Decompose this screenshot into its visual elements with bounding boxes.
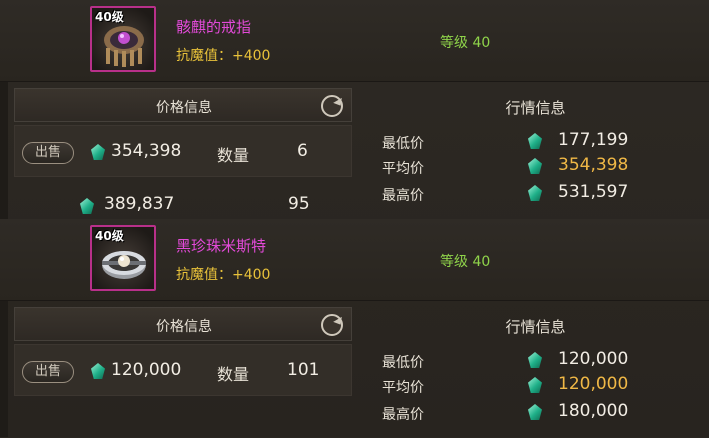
attr-value: +400 bbox=[232, 267, 271, 283]
item-attribute: 抗魔值：+400 bbox=[176, 45, 270, 65]
item-icon-slot[interactable]: 40级 bbox=[90, 6, 156, 72]
quantity-value: 95 bbox=[288, 194, 310, 214]
item-entry: 40级 骸麒的戒指 抗魔值：+400 等级 40 价格信息 出售 354,398… bbox=[0, 0, 709, 219]
market-label: 最高价 bbox=[382, 188, 424, 204]
price-panel: 价格信息 出售 120,000 数量 101 bbox=[14, 307, 352, 397]
item-level-badge: 40级 bbox=[95, 229, 124, 243]
pearl-ring-icon bbox=[102, 251, 146, 279]
listing-price: 354,398 bbox=[111, 141, 182, 161]
market-value: 354,398 bbox=[558, 155, 629, 175]
item-level-badge: 40级 bbox=[95, 10, 124, 24]
market-panel: 行情信息 最低价 120,000 平均价 120,000 最高价 180,000 bbox=[362, 307, 709, 429]
item-name: 骸麒的戒指 bbox=[176, 18, 252, 36]
market-title: 行情信息 bbox=[505, 99, 566, 117]
item-level: 等级 40 bbox=[440, 254, 491, 270]
market-row-avg: 平均价 354,398 bbox=[362, 155, 709, 179]
gem-currency-icon bbox=[528, 377, 542, 393]
attr-value: +400 bbox=[232, 48, 271, 64]
refresh-icon[interactable] bbox=[321, 95, 343, 117]
gem-currency-icon bbox=[80, 198, 94, 214]
item-icon-slot[interactable]: 40级 bbox=[90, 225, 156, 291]
market-row-max: 最高价 531,597 bbox=[362, 182, 709, 206]
listing-row: 出售 354,398 数量 6 bbox=[14, 125, 352, 177]
gem-currency-icon bbox=[528, 158, 542, 174]
listing-row: 389,837 95 bbox=[0, 190, 352, 218]
item-level: 等级 40 bbox=[440, 35, 491, 51]
price-header-title: 价格信息 bbox=[156, 319, 212, 335]
item-header-row: 40级 骸麒的戒指 抗魔值：+400 等级 40 bbox=[0, 0, 709, 82]
item-header-row: 40级 黑珍珠米斯特 抗魔值：+400 等级 40 bbox=[0, 219, 709, 301]
attr-label: 抗魔值： bbox=[176, 48, 232, 64]
price-header-title: 价格信息 bbox=[156, 100, 212, 116]
sell-button[interactable]: 出售 bbox=[22, 142, 74, 164]
crown-ring-icon bbox=[104, 26, 144, 67]
market-label: 最高价 bbox=[382, 407, 424, 423]
item-entry: 40级 黑珍珠米斯特 抗魔值：+400 等级 40 价格信息 出售 120,00… bbox=[0, 219, 709, 438]
market-label: 最低价 bbox=[382, 355, 424, 371]
gem-currency-icon bbox=[528, 185, 542, 201]
listing-price: 389,837 bbox=[104, 194, 175, 214]
quantity-label: 数量 bbox=[217, 365, 250, 384]
quantity-label: 数量 bbox=[217, 146, 250, 165]
market-label: 平均价 bbox=[382, 161, 424, 177]
market-row-avg: 平均价 120,000 bbox=[362, 374, 709, 398]
market-row-min: 最低价 177,199 bbox=[362, 130, 709, 154]
refresh-icon[interactable] bbox=[321, 314, 343, 336]
market-title: 行情信息 bbox=[505, 318, 566, 336]
item-attribute: 抗魔值：+400 bbox=[176, 264, 270, 284]
market-row-max: 最高价 180,000 bbox=[362, 401, 709, 425]
market-value: 120,000 bbox=[558, 374, 629, 394]
market-label: 平均价 bbox=[382, 380, 424, 396]
market-label: 最低价 bbox=[382, 136, 424, 152]
price-panel: 价格信息 出售 354,398 数量 6 bbox=[14, 88, 352, 178]
listing-row: 出售 120,000 数量 101 bbox=[14, 344, 352, 396]
market-value: 531,597 bbox=[558, 182, 629, 202]
market-panel: 行情信息 最低价 177,199 平均价 354,398 最高价 531,597 bbox=[362, 88, 709, 210]
item-name: 黑珍珠米斯特 bbox=[176, 237, 267, 255]
gem-currency-icon bbox=[528, 352, 542, 368]
quantity-value: 6 bbox=[297, 141, 308, 161]
gem-currency-icon bbox=[528, 133, 542, 149]
attr-label: 抗魔值： bbox=[176, 267, 232, 283]
market-row-min: 最低价 120,000 bbox=[362, 349, 709, 373]
market-value: 120,000 bbox=[558, 349, 629, 369]
price-header: 价格信息 bbox=[14, 88, 352, 122]
market-value: 180,000 bbox=[558, 401, 629, 421]
gem-currency-icon bbox=[91, 144, 105, 160]
gem-currency-icon bbox=[91, 363, 105, 379]
sell-button[interactable]: 出售 bbox=[22, 361, 74, 383]
quantity-value: 101 bbox=[287, 360, 320, 380]
price-header: 价格信息 bbox=[14, 307, 352, 341]
market-value: 177,199 bbox=[558, 130, 629, 150]
listing-price: 120,000 bbox=[111, 360, 182, 380]
gem-currency-icon bbox=[528, 404, 542, 420]
